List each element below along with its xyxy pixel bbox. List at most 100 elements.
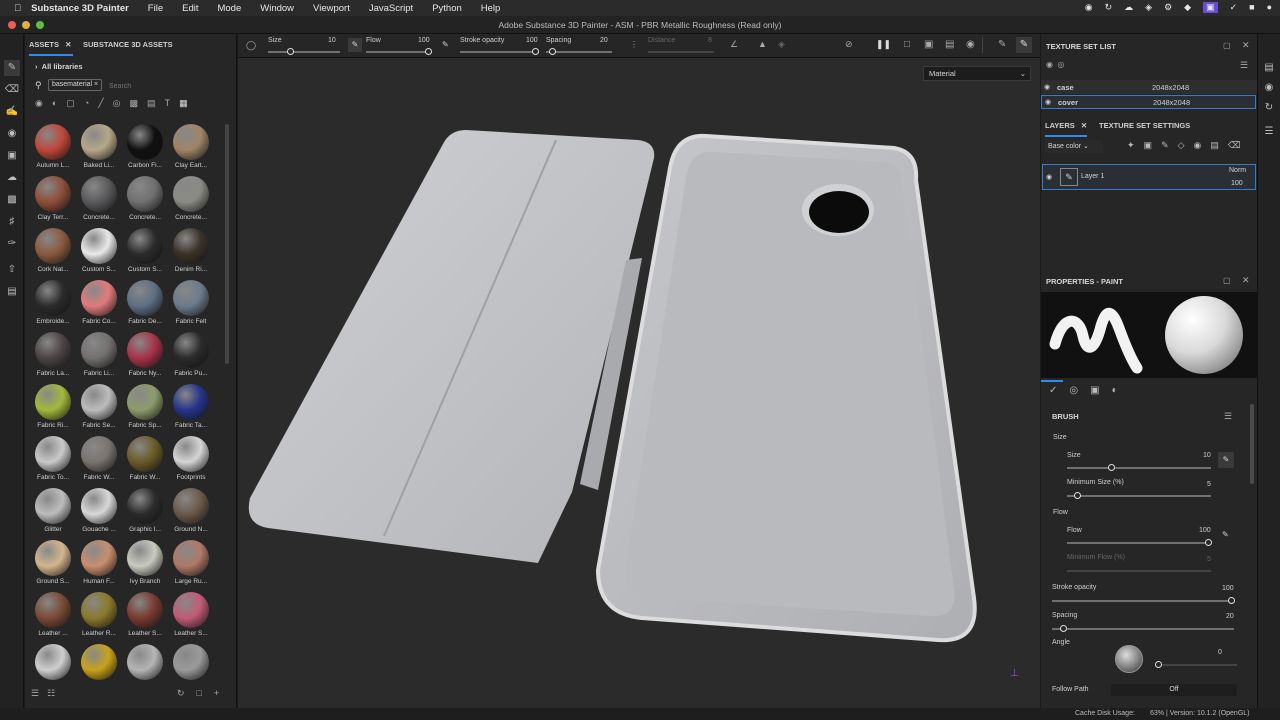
asset-thumbnail[interactable]: Fabric La... [29, 332, 77, 384]
spacing-slider[interactable] [1052, 628, 1234, 630]
paint-brush-icon[interactable]: ✎ [4, 60, 20, 76]
flow-slider[interactable] [366, 51, 432, 53]
min-flow-value[interactable]: 5 [1207, 556, 1211, 563]
add-icon[interactable]: + [214, 688, 219, 699]
layer-opacity[interactable]: 100 [1231, 180, 1243, 187]
gear-icon[interactable]: ⚙ [1164, 2, 1172, 13]
min-flow-slider[interactable] [1067, 570, 1211, 572]
channel-select[interactable]: Base color ⌄ [1045, 140, 1103, 153]
bluetooth-icon[interactable]: ◆ [1184, 2, 1191, 13]
polygon-fill-icon[interactable]: ▣ [4, 148, 20, 164]
asset-thumbnail[interactable]: Embroide... [29, 280, 77, 332]
display-settings-icon[interactable]: ▤ [1261, 60, 1277, 76]
siri-icon[interactable]: ● [1267, 2, 1272, 13]
flow-pen-pressure-icon[interactable]: ✎ [442, 40, 449, 49]
asset-thumbnail[interactable]: Fabric Ny... [121, 332, 169, 384]
asset-thumbnail[interactable]: Fabric Se... [75, 384, 123, 436]
effect-icon[interactable]: ✦ [1127, 140, 1135, 151]
asset-thumbnail[interactable]: Denim Ri... [167, 228, 215, 280]
selection-icon[interactable]: □ [904, 39, 910, 50]
delete-icon[interactable]: ⌫ [1228, 140, 1241, 151]
tab-layers[interactable]: LAYERS ✕ [1045, 115, 1088, 137]
history-icon[interactable]: ↻ [1261, 100, 1277, 116]
pause-icon[interactable]: ❚❚ [876, 39, 891, 50]
size-slider[interactable] [1067, 467, 1211, 469]
asset-thumbnail[interactable]: Ivy Branch [121, 540, 169, 592]
check-icon[interactable]: ✓ [1230, 2, 1238, 13]
log-icon[interactable]: ☰ [1261, 124, 1277, 140]
asset-thumbnail[interactable] [121, 644, 169, 696]
menu-help[interactable]: Help [481, 3, 501, 14]
flow-value[interactable]: 100 [1199, 527, 1211, 534]
grid-view-icon[interactable]: ▦ [179, 98, 188, 109]
menu-javascript[interactable]: JavaScript [369, 3, 413, 14]
asset-thumbnail[interactable] [75, 644, 123, 696]
close-icon[interactable]: ✕ [1081, 121, 1087, 130]
asset-thumbnail[interactable]: Fabric De... [121, 280, 169, 332]
smart-layer-icon[interactable]: ◉ [1194, 140, 1202, 151]
menu-mode[interactable]: Mode [217, 3, 241, 14]
asset-thumbnail[interactable]: Leather R... [75, 592, 123, 644]
folder-icon[interactable]: ▤ [1210, 140, 1219, 151]
bake-icon[interactable]: ▤ [4, 284, 20, 300]
eye-icon[interactable]: ◉ [1045, 98, 1051, 106]
asset-thumbnail[interactable]: Ground S... [29, 540, 77, 592]
asset-thumbnail[interactable]: Clay Eart... [167, 124, 215, 176]
close-window-button[interactable] [8, 21, 16, 29]
material-tab-icon[interactable]: ◐ [1112, 385, 1118, 396]
blend-mode[interactable]: Norm [1229, 167, 1246, 174]
alpha-tab-icon[interactable]: ◎ [1069, 385, 1078, 396]
texture-filter-icon[interactable]: ◔ [84, 98, 89, 109]
wifi-icon[interactable]: ◈ [1145, 2, 1152, 13]
asset-thumbnail[interactable]: Fabric W... [121, 436, 169, 488]
close-icon[interactable]: ✕ [65, 40, 71, 49]
asset-thumbnail[interactable]: Fabric Pu... [167, 332, 215, 384]
mirror-icon[interactable]: ◈ [778, 39, 785, 50]
flow-slider[interactable] [1067, 542, 1211, 544]
camera-off-icon[interactable]: ⊘ [845, 39, 853, 50]
eraser-icon[interactable]: ⌫ [4, 82, 20, 98]
tab-assets[interactable]: ASSETS ✕ [29, 34, 74, 56]
close-icon[interactable]: × [94, 81, 98, 88]
3d-viewport[interactable]: Material⌄ ⊥ ➤ [238, 58, 1110, 708]
angle-knob[interactable] [1155, 661, 1162, 668]
asset-thumbnail[interactable]: Fabric Li... [75, 332, 123, 384]
camera-icon[interactable]: ▤ [945, 39, 954, 50]
flow-slider-knob[interactable] [1205, 539, 1212, 546]
eye-icon[interactable]: ◉ [1046, 173, 1052, 181]
stroke-opacity-value[interactable]: 100 [1222, 585, 1234, 592]
min-size-knob[interactable] [1074, 492, 1081, 499]
alpha-filter-icon[interactable]: ◎ [113, 98, 121, 109]
asset-thumbnail[interactable]: Fabric To... [29, 436, 77, 488]
shader-settings-icon[interactable]: ◉ [1261, 80, 1277, 96]
asset-thumbnail[interactable]: Glitter [29, 488, 77, 540]
asset-thumbnail[interactable]: Leather ... [29, 592, 77, 644]
apple-icon[interactable]:  [14, 3, 21, 14]
tab-texture-set-settings[interactable]: TEXTURE SET SETTINGS [1099, 115, 1190, 137]
close-icon[interactable]: ✕ [1242, 40, 1250, 51]
stroke-opacity-slider[interactable] [1052, 600, 1234, 602]
brush-filter-icon[interactable]: ╱ [98, 98, 103, 109]
brush-shape-icon[interactable]: ◯ [246, 40, 256, 51]
asset-thumbnail[interactable]: Autumn L... [29, 124, 77, 176]
symmetry-icon[interactable]: ▲ [758, 39, 767, 49]
export-icon[interactable]: ⇧ [4, 262, 20, 278]
asset-thumbnail[interactable]: Fabric W... [75, 436, 123, 488]
visibility-icon[interactable]: ◉ ◎ [1046, 60, 1064, 69]
cube-view-icon[interactable]: ▣ [924, 39, 933, 50]
size-slider[interactable] [268, 51, 340, 53]
asset-thumbnail[interactable]: Fabric Co... [75, 280, 123, 332]
mask-icon[interactable]: ▣ [1144, 140, 1153, 151]
brush-mode-icon[interactable]: ✎ [1016, 37, 1032, 53]
asset-thumbnail[interactable]: Custom S... [75, 228, 123, 280]
pen-pressure-icon[interactable]: ✎ [1218, 452, 1234, 468]
spacing-slider-knob[interactable] [549, 48, 556, 55]
angle-dial[interactable] [1115, 645, 1143, 673]
flow-slider-knob[interactable] [425, 48, 432, 55]
asset-thumbnail[interactable]: Fabric Felt [167, 280, 215, 332]
size-value[interactable]: 10 [1203, 452, 1211, 459]
asset-thumbnail[interactable]: Graphic I... [121, 488, 169, 540]
asset-thumbnail[interactable]: Ground N... [167, 488, 215, 540]
stroke-opacity-slider[interactable] [460, 51, 538, 53]
close-icon[interactable]: ✕ [1242, 275, 1250, 286]
